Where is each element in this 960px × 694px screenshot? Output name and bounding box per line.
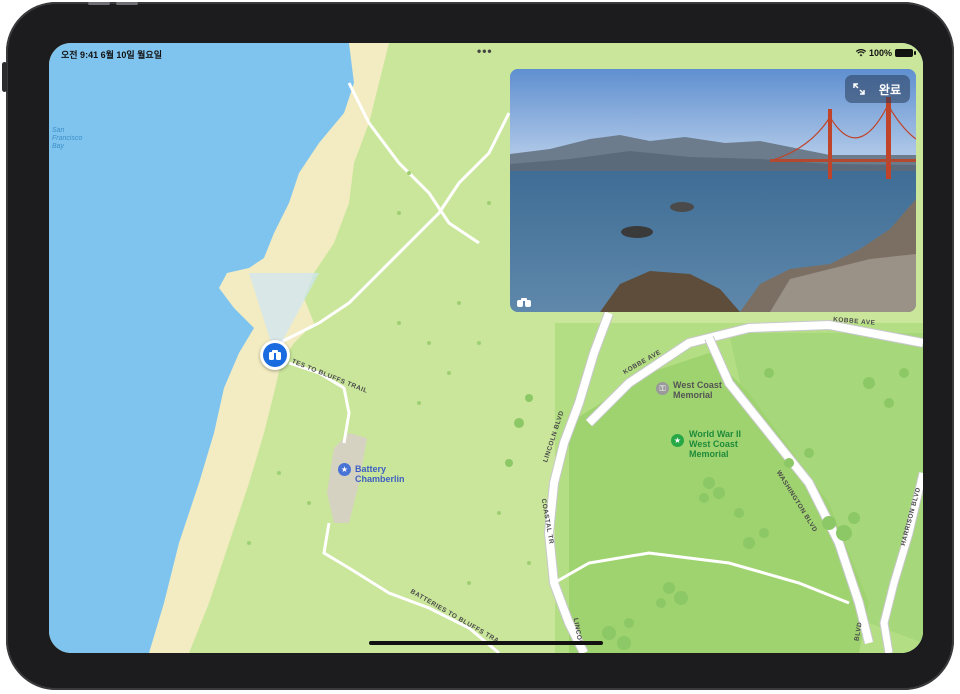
ipad-frame: 오전 9:41 6월 10일 월요일 ••• 100% San Francisc… [2, 2, 954, 690]
binoculars-icon [263, 343, 287, 367]
look-around-controls: 완료 [844, 75, 910, 103]
home-indicator[interactable] [369, 641, 603, 645]
status-right: 100% [855, 48, 916, 58]
poi-ww2-memorial[interactable]: World War II West Coast Memorial [689, 429, 741, 459]
bay-label: San Francisco Bay [52, 127, 83, 150]
lock-icon[interactable]: ⚿ [656, 382, 669, 395]
battery-icon [895, 49, 916, 57]
volume-up-button [88, 2, 110, 5]
done-button[interactable]: 완료 [873, 75, 910, 103]
multitasking-dots[interactable]: ••• [477, 44, 493, 58]
poi-west-coast-memorial[interactable]: West Coast Memorial [673, 380, 722, 400]
star-icon[interactable]: ★ [671, 434, 684, 447]
status-bar: 오전 9:41 6월 10일 월요일 ••• 100% [49, 44, 923, 64]
status-time-date: 오전 9:41 6월 10일 월요일 [61, 50, 162, 60]
look-around-viewer[interactable]: 완료 [510, 69, 916, 312]
volume-down-button [116, 2, 138, 5]
wifi-icon [855, 49, 867, 57]
battery-percent: 100% [868, 48, 892, 58]
look-around-location-pin[interactable] [260, 340, 290, 370]
expand-arrows-icon[interactable] [845, 75, 873, 103]
side-button [2, 62, 7, 92]
screen: 오전 9:41 6월 10일 월요일 ••• 100% San Francisc… [49, 43, 923, 653]
poi-battery-chamberlin[interactable]: Battery Chamberlin [355, 464, 405, 484]
star-icon[interactable]: ★ [338, 463, 351, 476]
binoculars-icon [516, 295, 532, 307]
